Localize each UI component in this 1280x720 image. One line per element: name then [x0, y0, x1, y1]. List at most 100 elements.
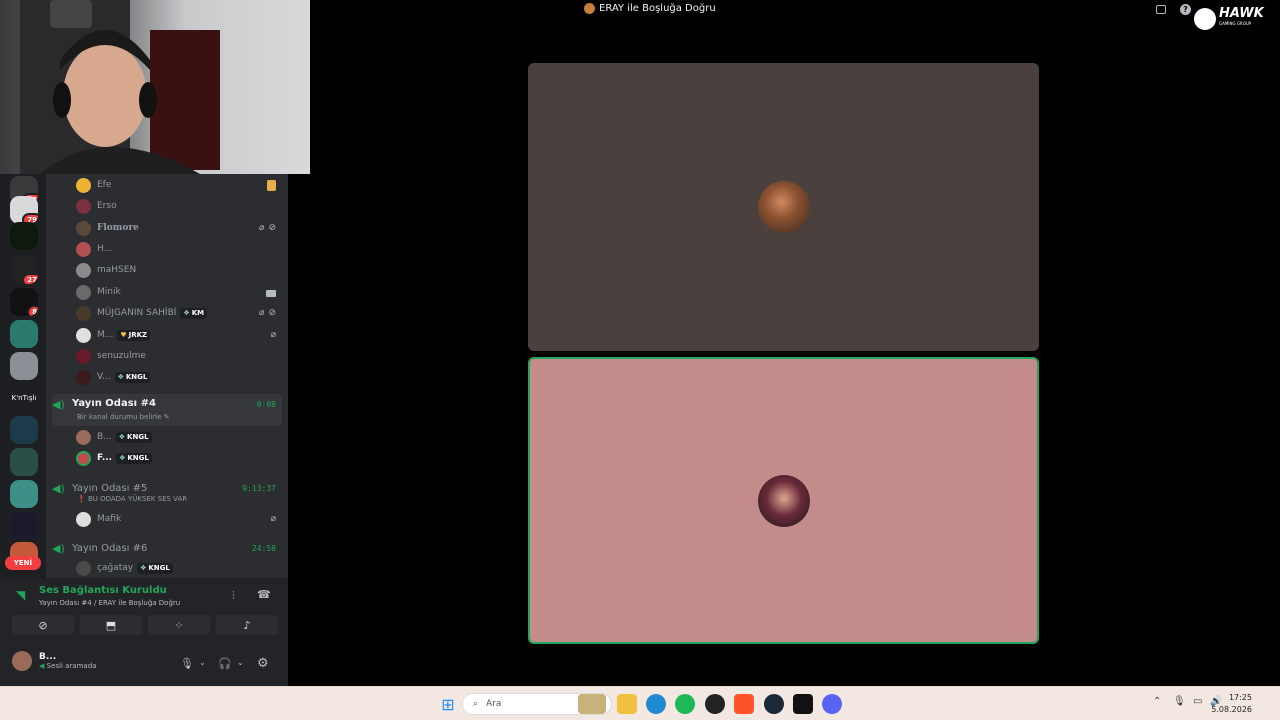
user-panel[interactable]: B... ◀ Sesli aramada: [12, 651, 96, 671]
voice-member[interactable]: Mafik ⌀: [76, 509, 280, 529]
voice-member[interactable]: H...: [76, 239, 280, 259]
server-icon[interactable]: 27: [10, 256, 38, 284]
deafened-icon: ⊘: [268, 223, 276, 233]
voice-member[interactable]: Flomore ⌀ ⊘: [76, 218, 280, 238]
discord-icon[interactable]: [822, 694, 842, 714]
participant-tile[interactable]: [528, 63, 1039, 351]
help-icon[interactable]: ?: [1180, 4, 1191, 15]
network-icon[interactable]: ▭: [1193, 696, 1202, 707]
voice-member[interactable]: F... ❖ KNGL: [76, 448, 280, 468]
voice-member[interactable]: V... ❖ KNGL: [76, 367, 280, 387]
member-status-icons: [266, 288, 276, 297]
camera-icon: [266, 289, 276, 297]
server-icon[interactable]: [10, 352, 38, 380]
voice-member[interactable]: maHSEN: [76, 260, 280, 280]
voice-member[interactable]: Erso: [76, 196, 280, 216]
settings-gear-icon[interactable]: ⚙: [257, 656, 269, 671]
channel-timer: 24:58: [251, 543, 276, 553]
edit-icon: ✎: [163, 413, 170, 421]
avatar: [76, 450, 91, 466]
channel-list: Efe Erso Flomore ⌀ ⊘ H... maHSEN Minik MÜJ…: [46, 174, 288, 578]
noise-suppression-icon[interactable]: ⫶: [232, 589, 235, 603]
avatar: [76, 198, 91, 214]
member-status-icons: ⌀ ⊘: [259, 223, 276, 233]
channel-status[interactable]: Bir kanal durumu belirle ✎: [77, 413, 170, 421]
chevron-up-icon[interactable]: ⌃: [1153, 696, 1161, 707]
server-icon[interactable]: [10, 512, 38, 540]
microphone-icon[interactable]: 🎙: [1173, 696, 1186, 707]
soundboard-button[interactable]: ♪: [216, 615, 278, 635]
soundboard-icon: ♪: [243, 618, 251, 632]
channel-timer: 0:08: [256, 400, 276, 409]
channel-avatar-icon: [584, 3, 595, 14]
chevron-down-icon[interactable]: ⌄: [237, 658, 244, 667]
start-button[interactable]: ⊞: [438, 694, 458, 714]
microphone-icon[interactable]: 🎙: [180, 657, 194, 670]
clock[interactable]: 17:25 5.08.2026: [1211, 692, 1252, 716]
voice-channel[interactable]: ◀) Yayın Odası #6 24:58: [52, 540, 282, 556]
server-icon[interactable]: [10, 480, 38, 508]
chevron-down-icon[interactable]: ⌄: [199, 658, 206, 667]
avatar: [76, 305, 91, 321]
server-tag: ❖ KM: [180, 307, 208, 319]
window-title: ERAY ile Boşluğa Doğru: [584, 3, 716, 14]
taskbar: ⊞ ⌕ Ara ⌃ 🎙 ▭ 🔊 17:25 5.08.2026: [0, 686, 1280, 720]
voice-member[interactable]: Minik: [76, 282, 280, 302]
server-icon[interactable]: [10, 320, 38, 348]
user-status: ◀ Sesli aramada: [39, 662, 97, 670]
voice-channel[interactable]: ◀) Yayın Odası #5 9:13:37: [52, 480, 282, 496]
server-icon[interactable]: [10, 222, 38, 250]
inbox-icon[interactable]: [1156, 5, 1166, 14]
steam-icon[interactable]: [764, 694, 784, 714]
spotify-icon[interactable]: [675, 694, 695, 714]
voice-channel-active[interactable]: ◀) Yayın Odası #4 0:08 Bir kanal durumu …: [52, 394, 282, 426]
server-icon[interactable]: 8: [10, 288, 38, 316]
voice-member[interactable]: B... ❖ KNGL: [76, 427, 280, 447]
participant-avatar: [757, 181, 810, 233]
member-status-icons: ⌀: [271, 330, 276, 340]
edge-icon[interactable]: [646, 694, 666, 714]
file-explorer-icon[interactable]: [617, 694, 637, 714]
mic-muted-icon: ⌀: [259, 223, 265, 233]
mic-muted-icon: ⌀: [259, 308, 265, 318]
headphones-icon[interactable]: 🎧: [218, 657, 232, 670]
connection-status[interactable]: Ses Bağlantısı Kuruldu: [39, 585, 167, 596]
voice-member[interactable]: senuzulme: [76, 346, 280, 366]
avatar: [76, 348, 91, 364]
avatar: [76, 262, 91, 278]
server-tag: ❖ KNGL: [137, 562, 173, 574]
camera-off-icon: ⊘: [38, 618, 48, 632]
terminal-icon[interactable]: [793, 694, 813, 714]
voice-member[interactable]: MÜJGANIN SAHİBİ ❖ KM ⌀ ⊘: [76, 303, 280, 323]
voice-member[interactable]: M... ♥ JRKZ ⌀: [76, 325, 280, 345]
member-status-icons: ⌀ ⊘: [259, 308, 276, 318]
member-status-icons: [267, 179, 276, 191]
voice-member[interactable]: Efe: [76, 175, 280, 195]
voice-member[interactable]: çağatay ❖ KNGL: [76, 558, 280, 578]
deafened-icon: ⊘: [268, 308, 276, 318]
server-icon[interactable]: 79: [10, 196, 38, 224]
brave-icon[interactable]: [734, 694, 754, 714]
disconnect-icon[interactable]: ☎: [257, 588, 271, 601]
camera-off-button[interactable]: ⊘: [12, 615, 74, 635]
search-highlight-icon[interactable]: [578, 694, 606, 714]
mic-muted-icon: ⌀: [270, 514, 276, 524]
screen-share-button[interactable]: ⬒: [80, 615, 142, 635]
member-status-icons: ⌀: [271, 514, 276, 524]
server-icon[interactable]: K'nTışlı: [10, 384, 38, 412]
streamer-figure: [20, 0, 220, 174]
activities-icon: ⁘: [174, 618, 184, 632]
avatar: [76, 429, 91, 445]
new-badge: YENİ: [5, 556, 41, 570]
clock-time: 17:25: [1228, 693, 1252, 702]
connection-channel[interactable]: Yayın Odası #4 / ERAY ile Boşluğa Doğru: [39, 599, 180, 607]
participant-tile-speaking[interactable]: [528, 357, 1039, 644]
speaker-icon: ◀): [52, 398, 65, 411]
participant-avatar: [757, 474, 810, 527]
avatar: [76, 560, 91, 576]
server-icon[interactable]: [10, 416, 38, 444]
obs-icon[interactable]: [705, 694, 725, 714]
server-icon[interactable]: [10, 448, 38, 476]
activities-button[interactable]: ⁘: [148, 615, 210, 635]
avatar: [76, 327, 91, 343]
